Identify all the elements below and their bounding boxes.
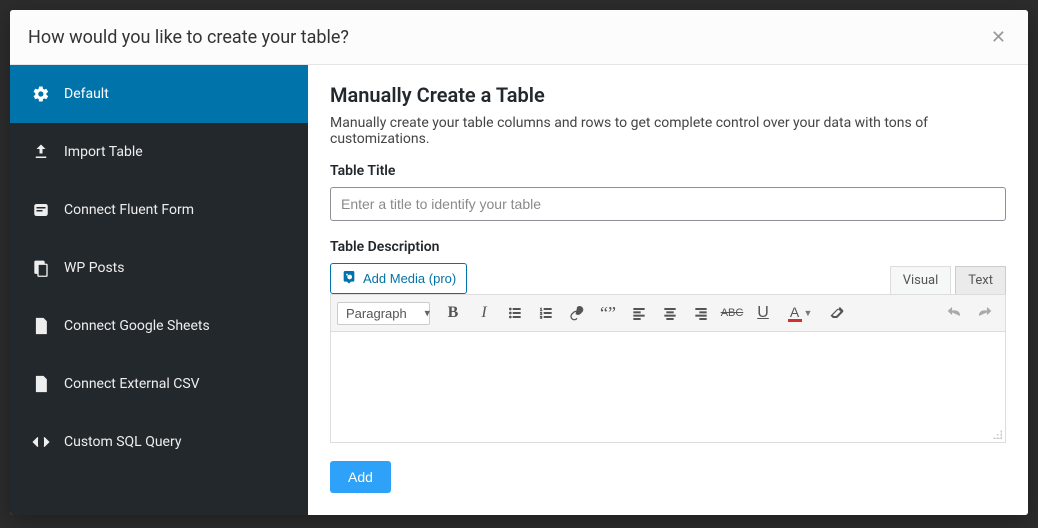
table-title-label: Table Title <box>330 163 1006 179</box>
svg-text:3: 3 <box>540 314 543 319</box>
sidebar-item-label: Connect External CSV <box>64 376 200 392</box>
chevron-down-icon: ▼ <box>804 308 813 318</box>
modal-body: Default Import Table Connect Fluent Form… <box>10 65 1028 515</box>
undo-icon <box>946 305 962 321</box>
table-title-input[interactable] <box>330 187 1006 221</box>
sidebar-item-label: Default <box>64 86 109 102</box>
tab-text[interactable]: Text <box>955 266 1006 294</box>
sidebar-item-external-csv[interactable]: Connect External CSV <box>10 355 308 413</box>
resize-handle[interactable] <box>989 426 1003 440</box>
sidebar-item-label: Connect Fluent Form <box>64 202 194 218</box>
italic-button[interactable]: I <box>470 299 498 327</box>
add-media-label: Add Media (pro) <box>363 271 456 286</box>
modal-title: How would you like to create your table? <box>28 27 349 48</box>
sidebar-item-label: WP Posts <box>64 260 124 276</box>
strikethrough-button[interactable]: ABC <box>718 299 746 327</box>
main-description: Manually create your table columns and r… <box>330 115 1006 147</box>
undo-button[interactable] <box>940 299 968 327</box>
align-left-icon <box>631 305 647 321</box>
eraser-icon <box>829 305 845 321</box>
sidebar-item-fluent-form[interactable]: Connect Fluent Form <box>10 181 308 239</box>
rich-text-editor: Paragraph B I 123 <box>330 294 1006 443</box>
align-right-button[interactable] <box>687 299 715 327</box>
sidebar-item-import[interactable]: Import Table <box>10 123 308 181</box>
sidebar-item-google-sheets[interactable]: Connect Google Sheets <box>10 297 308 355</box>
link-button[interactable] <box>563 299 591 327</box>
bold-button[interactable]: B <box>439 299 467 327</box>
add-button[interactable]: Add <box>330 461 391 493</box>
tab-visual[interactable]: Visual <box>890 266 952 294</box>
number-list-icon: 123 <box>538 305 554 321</box>
sidebar: Default Import Table Connect Fluent Form… <box>10 65 308 515</box>
italic-icon: I <box>481 304 486 322</box>
quote-button[interactable]: “” <box>594 299 622 327</box>
bullet-list-icon <box>507 305 523 321</box>
format-select[interactable]: Paragraph <box>337 302 430 325</box>
align-right-icon <box>693 305 709 321</box>
sidebar-item-wp-posts[interactable]: WP Posts <box>10 239 308 297</box>
sheets-icon <box>32 317 50 335</box>
quote-icon: “” <box>600 304 616 322</box>
sidebar-item-label: Connect Google Sheets <box>64 318 210 334</box>
close-button[interactable]: ✕ <box>987 24 1010 50</box>
redo-icon <box>977 305 993 321</box>
align-center-icon <box>662 305 678 321</box>
table-description-label: Table Description <box>330 239 1006 255</box>
close-icon: ✕ <box>991 27 1006 47</box>
number-list-button[interactable]: 123 <box>532 299 560 327</box>
posts-icon <box>32 259 50 277</box>
form-icon <box>32 201 50 219</box>
redo-button[interactable] <box>971 299 999 327</box>
editor-tabs: Visual Text <box>886 266 1006 294</box>
link-icon <box>569 305 585 321</box>
align-center-button[interactable] <box>656 299 684 327</box>
code-icon <box>32 433 50 451</box>
modal-header: How would you like to create your table?… <box>10 10 1028 65</box>
sidebar-item-default[interactable]: Default <box>10 65 308 123</box>
text-color-icon: A <box>788 305 802 322</box>
align-left-button[interactable] <box>625 299 653 327</box>
main-panel: Manually Create a Table Manually create … <box>308 65 1028 515</box>
editor-content-area[interactable] <box>331 332 1005 442</box>
bullet-list-button[interactable] <box>501 299 529 327</box>
sidebar-item-sql[interactable]: Custom SQL Query <box>10 413 308 471</box>
csv-icon <box>32 375 50 393</box>
underline-icon: U <box>757 304 769 322</box>
gear-icon <box>32 85 50 103</box>
editor-toolbar: Paragraph B I 123 <box>331 295 1005 332</box>
bold-icon: B <box>448 304 459 322</box>
sidebar-item-label: Import Table <box>64 144 143 160</box>
underline-button[interactable]: U <box>749 299 777 327</box>
media-icon <box>341 269 357 288</box>
strikethrough-icon: ABC <box>721 307 744 319</box>
add-media-button[interactable]: Add Media (pro) <box>330 263 467 294</box>
upload-icon <box>32 143 50 161</box>
clear-format-button[interactable] <box>823 299 851 327</box>
main-heading: Manually Create a Table <box>330 83 1006 107</box>
sidebar-item-label: Custom SQL Query <box>64 434 181 450</box>
text-color-button[interactable]: A ▼ <box>780 299 820 327</box>
create-table-modal: How would you like to create your table?… <box>10 10 1028 515</box>
